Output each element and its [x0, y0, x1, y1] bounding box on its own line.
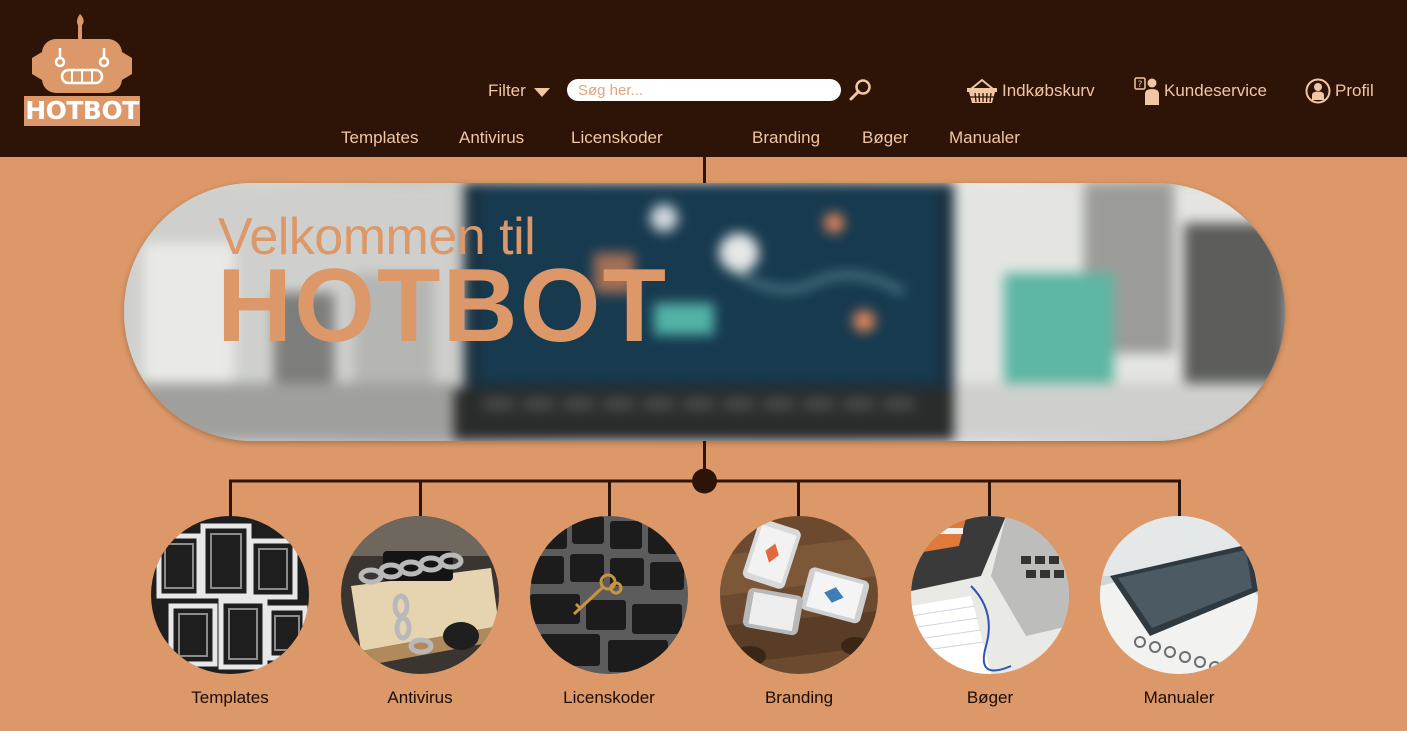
category-label: Licenskoder — [563, 688, 655, 707]
search-input[interactable] — [567, 79, 841, 101]
basket-link[interactable]: Indkøbskurv — [966, 74, 1095, 108]
nav-item-manualer[interactable]: Manualer — [949, 128, 1020, 148]
customer-service-link[interactable]: ? Kundeservice — [1134, 74, 1267, 108]
welcome-banner: Velkommen til HOTBOT — [124, 183, 1285, 441]
category-branding[interactable]: Branding — [720, 516, 878, 707]
category-antivirus[interactable]: Antivirus — [341, 516, 499, 707]
category-licenskoder[interactable]: Licenskoder — [530, 516, 688, 707]
boger-image — [911, 516, 1069, 674]
category-label: Manualer — [1143, 688, 1215, 707]
logo-wordmark: HOTBOT — [24, 96, 140, 126]
nav-item-licenskoder[interactable]: Licenskoder — [571, 128, 663, 148]
search-icon — [849, 79, 871, 101]
templates-image — [151, 516, 309, 674]
category-label: Antivirus — [387, 688, 453, 707]
banner-brand-text: HOTBOT — [217, 248, 669, 364]
nav-item-antivirus[interactable]: Antivirus — [459, 128, 524, 148]
robot-logo-icon — [32, 14, 132, 93]
category-tree-lines — [229, 441, 1181, 517]
chevron-down-icon — [533, 88, 550, 97]
category-manualer[interactable]: Manualer — [1100, 516, 1258, 707]
licenskoder-image — [530, 516, 688, 674]
antivirus-image — [341, 516, 499, 674]
manualer-image — [1100, 516, 1258, 674]
customer-service-label: Kundeservice — [1164, 81, 1268, 100]
search-button[interactable] — [848, 77, 874, 103]
category-boger[interactable]: Bøger — [911, 516, 1069, 707]
hotbot-logo[interactable]: HOTBOT — [24, 14, 140, 128]
category-label: Templates — [191, 688, 269, 707]
nav-item-branding[interactable]: Branding — [752, 128, 820, 148]
customer-service-icon: ? — [1134, 77, 1159, 105]
nav-item-templates[interactable]: Templates — [341, 128, 418, 148]
profile-icon — [1305, 78, 1331, 104]
banner-connector-line — [703, 157, 706, 184]
svg-text:?: ? — [1138, 80, 1143, 90]
basket-label: Indkøbskurv — [1002, 81, 1095, 100]
category-label: Bøger — [966, 688, 1014, 707]
site-header: HOTBOT Filter Indkøbskurv ? — [0, 0, 1407, 157]
category-label: Branding — [764, 688, 834, 707]
profile-link[interactable]: Profil — [1305, 74, 1374, 108]
basket-icon — [967, 78, 997, 103]
category-templates[interactable]: Templates — [151, 516, 309, 707]
nav-item-boger[interactable]: Bøger — [862, 128, 908, 148]
profile-label: Profil — [1335, 81, 1374, 100]
filter-label: Filter — [488, 81, 526, 100]
filter-dropdown[interactable]: Filter — [488, 80, 550, 102]
branding-image — [720, 516, 878, 674]
